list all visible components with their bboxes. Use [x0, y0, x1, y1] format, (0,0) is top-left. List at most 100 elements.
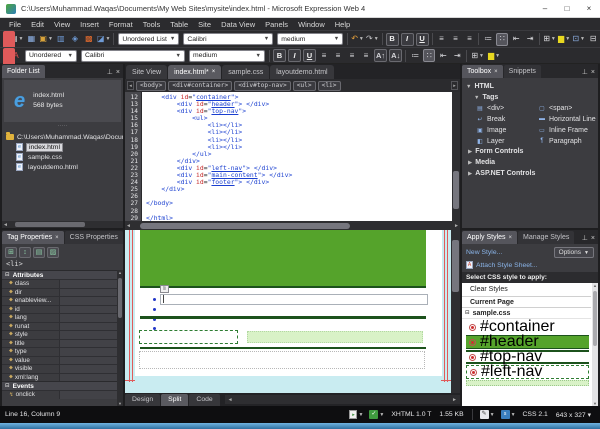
menu-help[interactable]: Help	[330, 20, 355, 29]
styles-vscrollbar[interactable]: ▲ ▼	[592, 283, 598, 406]
main-content-div-preview[interactable]	[247, 331, 423, 343]
increase-indent-button[interactable]: ⇥	[524, 33, 536, 46]
top-nav-list-preview[interactable]	[160, 294, 428, 305]
file-row[interactable]: esample.css	[2, 152, 123, 162]
toolbox-item-break[interactable]: ↵Break	[476, 114, 538, 124]
undo-button[interactable]: ↶▼	[351, 33, 364, 46]
document-tab-layoutdemo-html[interactable]: layoutdemo.html	[270, 65, 333, 79]
publish-button[interactable]: ◈	[69, 33, 81, 46]
pin-icon[interactable]: ⊥	[582, 234, 588, 242]
toolbox-item-paragraph[interactable]: ¶Paragraph	[538, 136, 598, 146]
property-row[interactable]: ⬥dir	[2, 288, 123, 297]
left-nav-div-preview[interactable]	[139, 330, 238, 344]
superpreview-button[interactable]: ▩	[83, 33, 95, 46]
doctype-label[interactable]: XHTML 1.0 T	[391, 411, 431, 418]
pin-icon[interactable]: ⊥	[107, 68, 113, 76]
list-style-select-2[interactable]: Unordered▼	[25, 50, 77, 62]
property-row[interactable]: ⬥runat	[2, 322, 123, 331]
snapshot-button[interactable]: ◪▼	[97, 33, 111, 46]
alphabetical-sort-button[interactable]: ↕	[19, 247, 31, 258]
new-style-link[interactable]: New Style...	[466, 249, 502, 256]
font-size-select[interactable]: medium▼	[277, 33, 343, 45]
manage-styles-tab[interactable]: Manage Styles	[518, 231, 574, 244]
style-item-container[interactable]: #container	[466, 320, 589, 334]
code-view[interactable]: 121314151617181920212223242526272829 <di…	[125, 92, 460, 221]
bullet-list-button[interactable]: ∷	[496, 33, 508, 46]
property-row[interactable]: ⬥title	[2, 339, 123, 348]
italic-button[interactable]: I	[401, 33, 414, 46]
toolbox-item--div-[interactable]: ▤<div>	[476, 103, 538, 113]
code-hscrollbar[interactable]: ◄ ►	[125, 221, 460, 230]
css-schema-label[interactable]: CSS 2.1	[523, 411, 548, 418]
font-size-select-2[interactable]: medium▼	[189, 50, 265, 62]
cell-shading-button[interactable]: ⊟	[587, 33, 599, 46]
property-value-cell[interactable]	[60, 323, 123, 331]
file-row[interactable]: eindex.html	[2, 142, 123, 152]
close-button[interactable]: ×	[578, 0, 600, 18]
property-value-cell[interactable]	[60, 289, 123, 297]
close-panel-icon[interactable]: ×	[591, 235, 595, 242]
send-to-style-button[interactable]: ▨	[47, 247, 59, 258]
menu-edit[interactable]: Edit	[26, 20, 49, 29]
scroll-left-icon[interactable]: ◄	[227, 397, 234, 403]
toolbox-item-inline-frame[interactable]: ▭Inline Frame	[538, 125, 598, 135]
style-item-left-nav[interactable]: #left-nav	[466, 365, 589, 379]
bold-button[interactable]: B	[386, 33, 399, 46]
menu-site[interactable]: Site	[193, 20, 216, 29]
property-value-cell[interactable]	[60, 306, 123, 314]
collapse-icon[interactable]: ⊟	[5, 272, 10, 278]
scrollbar-thumb[interactable]	[140, 223, 350, 229]
font-family-select-2[interactable]: Calibri▼	[81, 50, 185, 62]
section-header[interactable]: ⊟Attributes	[2, 270, 123, 279]
tag-properties-tab[interactable]: Tag Properties×	[2, 231, 64, 244]
categorized-view-button[interactable]: ⊞	[5, 247, 17, 258]
property-value-cell[interactable]	[60, 348, 123, 356]
tag-chip[interactable]: <li>	[318, 81, 341, 91]
page-dimensions-button[interactable]: 643 x 327 ▾	[556, 411, 591, 419]
scrollbar-thumb[interactable]	[452, 240, 459, 292]
property-value-cell[interactable]	[60, 357, 123, 365]
li-tag-glyph[interactable]: li	[160, 285, 169, 293]
save-button[interactable]: ▥	[55, 33, 67, 46]
section-header[interactable]: ⊟Events	[2, 381, 123, 390]
property-row[interactable]: ⬥lang	[2, 313, 123, 322]
pin-icon[interactable]: ⊥	[582, 68, 588, 76]
scroll-right-icon[interactable]: ►	[453, 223, 460, 229]
options-button[interactable]: Options▼	[554, 247, 594, 258]
style-item-top-nav[interactable]: #top-nav	[466, 350, 589, 364]
menu-file[interactable]: File	[4, 20, 26, 29]
menu-view[interactable]: View	[49, 20, 75, 29]
menu-window[interactable]: Window	[293, 20, 330, 29]
insert-table-button[interactable]: ⊞▼	[543, 33, 556, 46]
increase-indent-button-2[interactable]: ⇥	[451, 49, 463, 62]
insert-table-button-2[interactable]: ⊞▼	[470, 49, 485, 62]
style-application-status-button[interactable]: s▼	[501, 410, 516, 419]
header-div-preview[interactable]	[140, 230, 426, 288]
bold-button-2[interactable]: B	[273, 49, 286, 62]
align-center-button[interactable]: ≡	[449, 33, 461, 46]
design-vscrollbar[interactable]	[451, 230, 460, 393]
underline-button-2[interactable]: U	[303, 49, 316, 62]
tag-chip[interactable]: <div#top-nav>	[234, 81, 290, 91]
numbered-list-button[interactable]: ≔	[482, 33, 494, 46]
highlight-button[interactable]: ▆▼	[558, 33, 570, 46]
folder-root-row[interactable]: C:\Users\Muhammad.Waqas\Documents\M	[2, 132, 123, 142]
scroll-right-icon[interactable]: ►	[451, 397, 458, 403]
toolbox-item-layer[interactable]: ◧Layer	[476, 136, 538, 146]
toolbox-group-asp-net-controls[interactable]: ▶ASP.NET Controls	[468, 168, 598, 179]
tag-chip[interactable]: <body>	[136, 81, 166, 91]
scroll-up-icon[interactable]: ▲	[592, 283, 598, 288]
property-row[interactable]: ⬥xml:lang	[2, 373, 123, 382]
tag-chip[interactable]: <div#container>	[168, 81, 232, 91]
property-value-cell[interactable]	[60, 340, 123, 348]
list-style-select[interactable]: Unordered List▼	[118, 33, 179, 45]
footer-div-preview[interactable]	[139, 351, 425, 369]
property-row[interactable]: ⬥style	[2, 330, 123, 339]
property-row[interactable]: ⬥class	[2, 279, 123, 288]
maximize-button[interactable]: □	[556, 0, 578, 18]
clear-styles-item[interactable]: Clear Styles	[462, 283, 591, 296]
snippets-tab[interactable]: Snippets	[504, 65, 541, 78]
scroll-left-icon[interactable]: ◄	[125, 223, 132, 229]
toolbox-tab[interactable]: Toolbox×	[462, 65, 503, 78]
numbered-list-button-2[interactable]: ≔	[409, 49, 421, 62]
